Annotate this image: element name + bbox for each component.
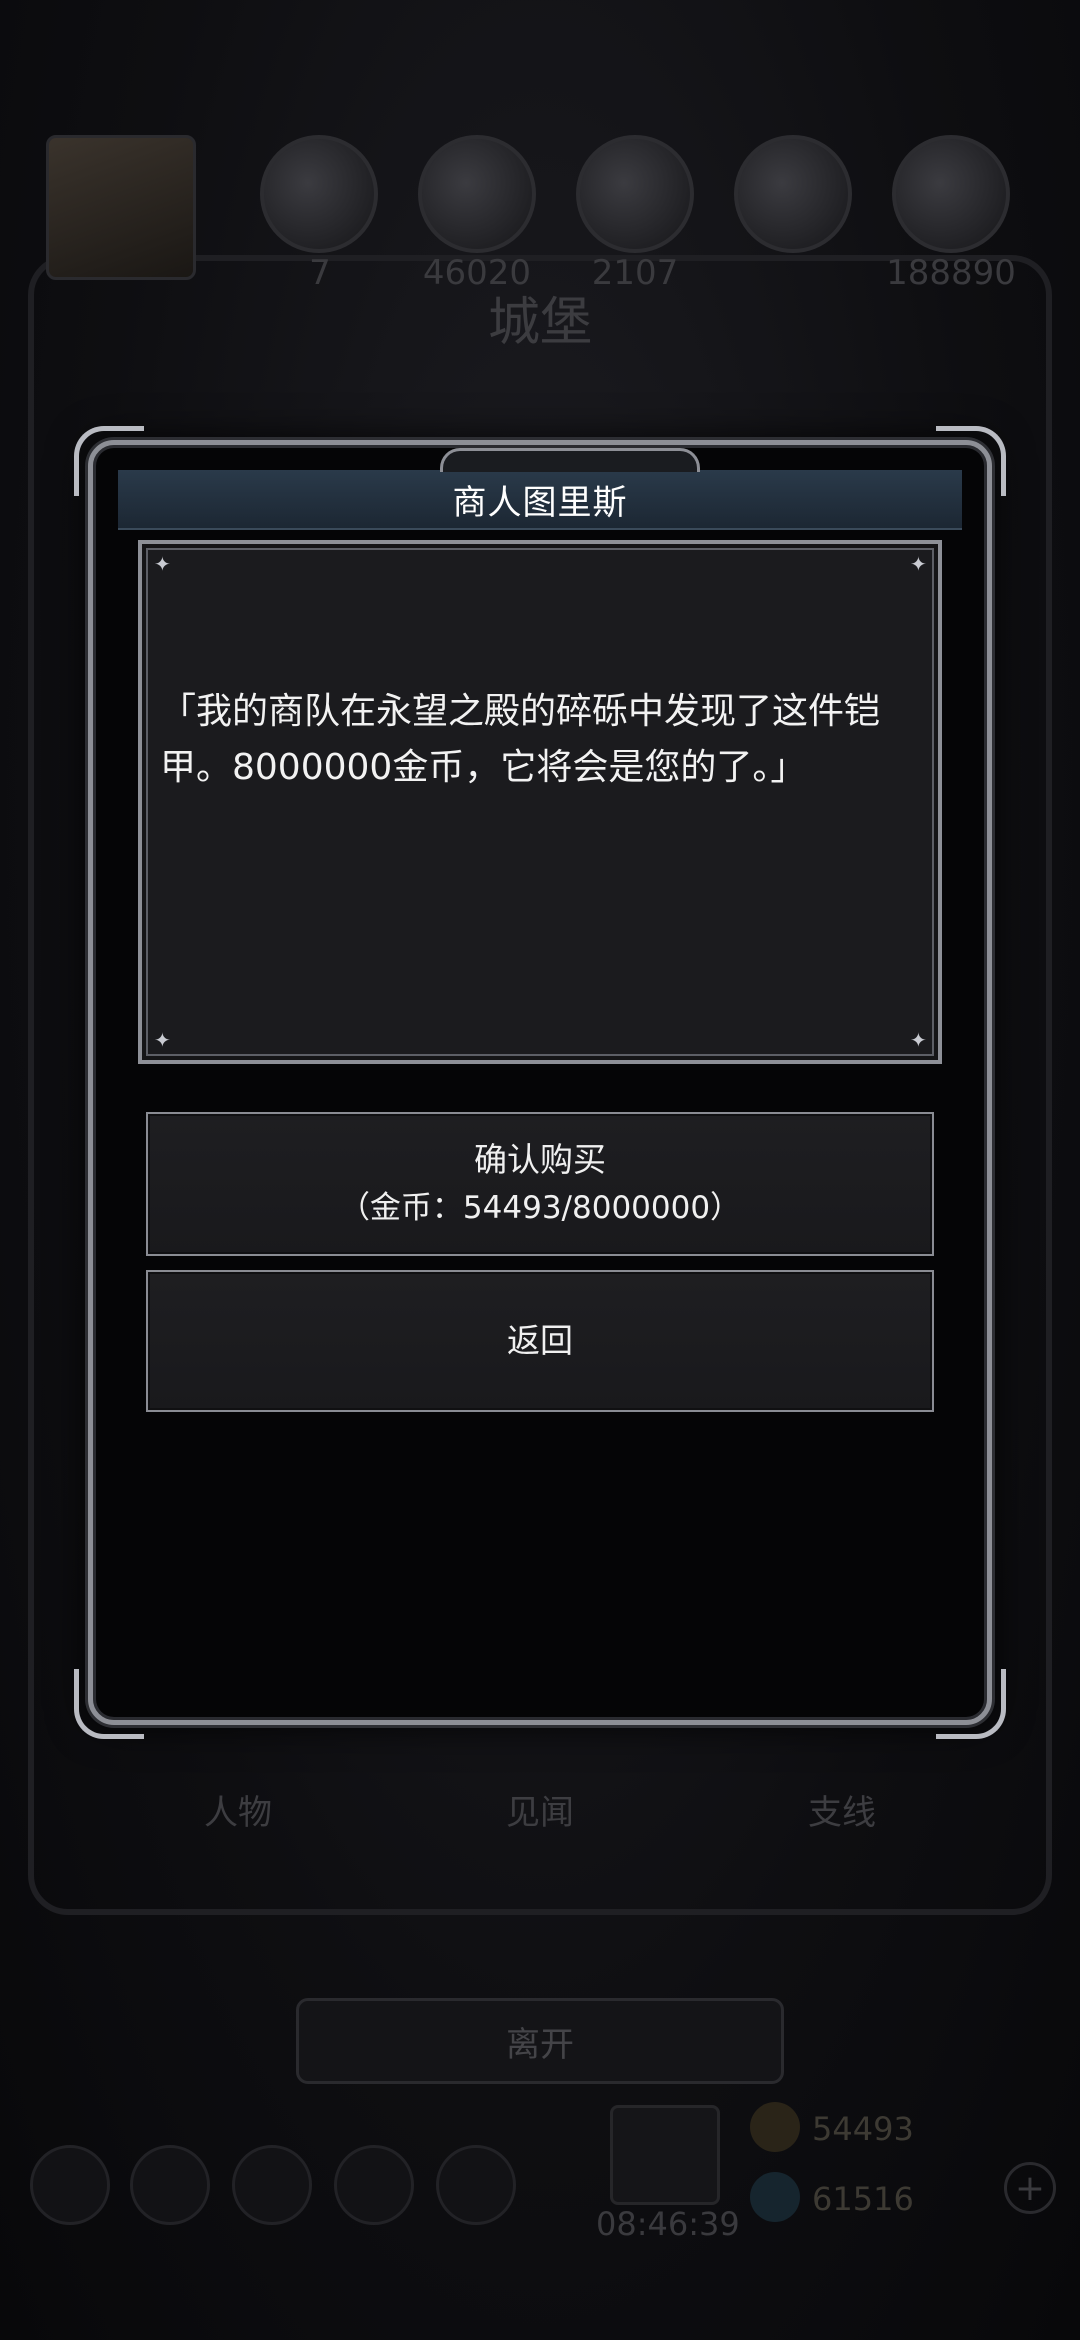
tab-stories: 见闻 [506, 1793, 574, 1833]
clock-text: 08:46:39 [596, 2205, 740, 2243]
confirm-purchase-cost: （金币：54493/8000000） [338, 1190, 742, 1226]
crest-ornament-icon [440, 448, 700, 472]
menu-icon-4 [334, 2145, 414, 2225]
merchant-dialog: 商人图里斯 ✦ ✦ ✦ ✦ 「我的商队在永望之殿的碎砾中发现了这件铠甲。8000… [74, 426, 1006, 1739]
leave-button: 离开 [296, 1998, 784, 2084]
menu-icon-2 [130, 2145, 210, 2225]
resource-bar: 7 46020 2107 188890 [40, 135, 1040, 295]
confirm-purchase-button[interactable]: 确认购买 （金币：54493/8000000） [146, 1112, 934, 1256]
page-title: 城堡 [487, 293, 592, 353]
gold-coin-icon [750, 2102, 800, 2152]
back-button[interactable]: 返回 [146, 1270, 934, 1412]
resource-icon-5 [892, 135, 1010, 253]
chest-icon [610, 2105, 720, 2205]
resource-icon-1 [260, 135, 378, 253]
sparkle-icon: ✦ [910, 552, 927, 576]
hero-portrait [46, 135, 196, 280]
tab-characters: 人物 [204, 1793, 272, 1833]
sparkle-icon: ✦ [154, 552, 171, 576]
menu-icon-1 [30, 2145, 110, 2225]
dialog-title-bar: 商人图里斯 [118, 448, 962, 530]
menu-icon-5 [436, 2145, 516, 2225]
sparkle-icon: ✦ [910, 1028, 927, 1052]
tab-side-quests: 支线 [808, 1793, 876, 1833]
frame-ornament-icon [74, 1669, 144, 1739]
bottom-bar: 08:46:39 54493 61516 + [0, 2100, 1080, 2340]
add-icon: + [1004, 2162, 1056, 2214]
resource-icon-2 [418, 135, 536, 253]
merchant-message: 「我的商队在永望之殿的碎砾中发现了这件铠甲。8000000金币，它将会是您的了。… [160, 691, 881, 788]
resource-icon-4 [734, 135, 852, 253]
gem-icon [750, 2172, 800, 2222]
frame-ornament-icon [936, 1669, 1006, 1739]
back-label: 返回 [507, 1321, 573, 1360]
menu-icon-3 [232, 2145, 312, 2225]
gold-value: 54493 [812, 2110, 914, 2148]
sparkle-icon: ✦ [154, 1028, 171, 1052]
dialog-title: 商人图里斯 [452, 482, 628, 523]
gem-value: 61516 [812, 2180, 914, 2218]
message-box: ✦ ✦ ✦ ✦ 「我的商队在永望之殿的碎砾中发现了这件铠甲。8000000金币，… [138, 540, 942, 1064]
confirm-purchase-label: 确认购买 [474, 1140, 606, 1179]
resource-icon-3 [576, 135, 694, 253]
bg-tab-bar: 人物 见闻 支线 [0, 1785, 1080, 1845]
